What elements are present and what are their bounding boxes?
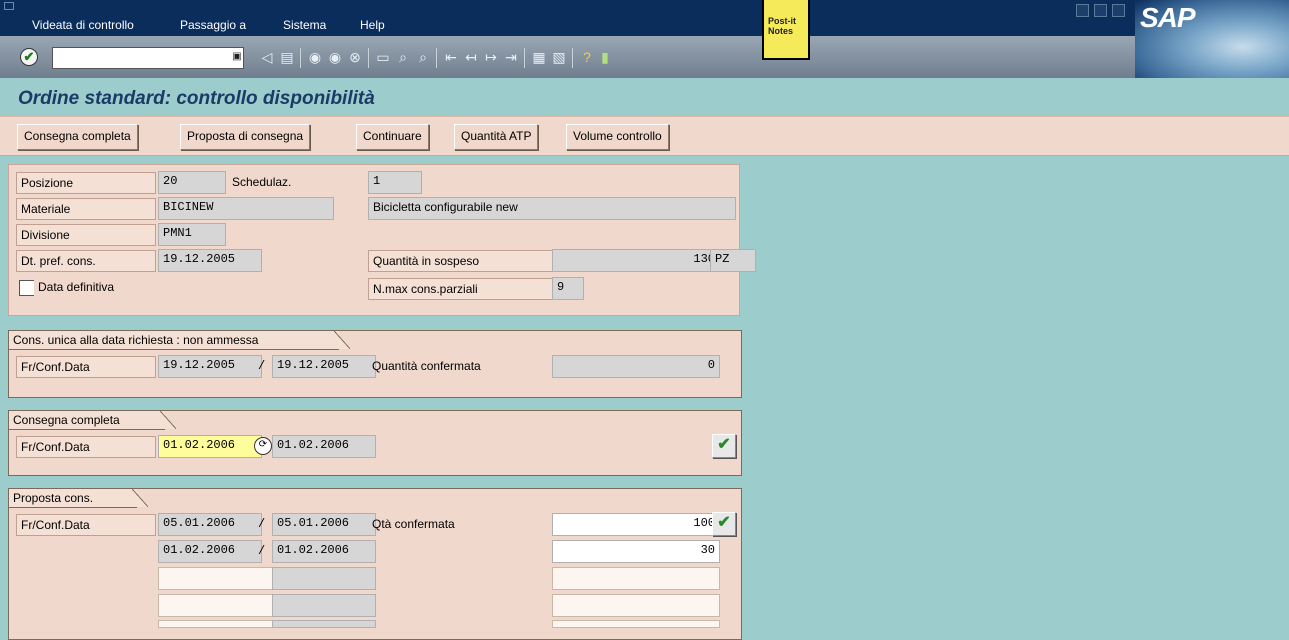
fr-conf-data-label: Fr/Conf.Data [16, 356, 156, 378]
divisione-label: Divisione [16, 224, 156, 246]
sap-logo: SAP [1140, 2, 1196, 33]
menu-sistema[interactable]: Sistema [283, 18, 326, 32]
print-icon[interactable]: ▭ [374, 48, 392, 66]
proposta-consegna-button[interactable]: Proposta di consegna [180, 124, 311, 150]
shortcut-icon[interactable]: ▧ [550, 48, 568, 66]
proposta-row-1-from: 05.01.2006 [158, 513, 262, 536]
date-separator: / [258, 517, 266, 531]
proposta-row-3-qty[interactable] [552, 567, 720, 590]
help-icon[interactable]: ? [578, 48, 596, 66]
confirm-check-icon[interactable]: ✔ [712, 512, 736, 536]
data-definitiva-label: Data definitiva [34, 277, 148, 297]
proposta-row-5-to [272, 620, 376, 628]
posizione-label: Posizione [16, 172, 156, 194]
close-icon[interactable] [1112, 4, 1125, 17]
quantita-sospeso-field: 130 [552, 249, 720, 272]
find-icon[interactable]: ⌕ [394, 48, 412, 66]
proposta-row-4-qty[interactable] [552, 594, 720, 617]
date-separator: / [258, 544, 266, 558]
menu-bar: Videata di controllo Passaggio a Sistema… [0, 0, 1289, 36]
proposta-row-2-from: 01.02.2006 [158, 540, 262, 563]
unica-qty-field: 0 [552, 355, 720, 378]
volume-controllo-button[interactable]: Volume controllo [566, 124, 669, 150]
window-icon [4, 2, 14, 10]
unica-date-from: 19.12.2005 [158, 355, 262, 378]
continuare-button[interactable]: Continuare [356, 124, 429, 150]
fr-conf-data-label: Fr/Conf.Data [16, 514, 156, 536]
find-next-icon[interactable]: ⌕ [414, 48, 432, 66]
green-back-icon[interactable]: ◉ [306, 48, 324, 66]
consegna-completa-button[interactable]: Consegna completa [17, 124, 138, 150]
completa-date-to: 01.02.2006 [272, 435, 376, 458]
menu-passaggio[interactable]: Passaggio a [180, 18, 246, 32]
enter-icon[interactable]: ✔ [20, 48, 38, 66]
qta-confermata-label: Qtà confermata [372, 517, 455, 531]
create-session-icon[interactable]: ▦ [530, 48, 548, 66]
schedulaz-label: Schedulaz. [228, 172, 332, 192]
proposta-row-2-to: 01.02.2006 [272, 540, 376, 563]
quantita-confermata-label: Quantità confermata [372, 359, 481, 373]
quantita-sospeso-label: Quantità in sospeso [368, 250, 556, 272]
group-proposta-cons-title: Proposta cons. [9, 489, 137, 508]
group-cons-unica-title: Cons. unica alla data richiesta : non am… [9, 331, 339, 350]
materiale-field: BICINEW [158, 197, 334, 220]
posizione-field: 20 [158, 171, 226, 194]
first-page-icon[interactable]: ⇤ [442, 48, 460, 66]
schedulaz-field: 1 [368, 171, 422, 194]
proposta-row-4-to [272, 594, 376, 617]
page-title: Ordine standard: controllo disponibilità [18, 88, 375, 109]
unica-date-to: 19.12.2005 [272, 355, 376, 378]
materiale-label: Materiale [16, 198, 156, 220]
proposta-row-5-qty[interactable] [552, 620, 720, 628]
materiale-description: Bicicletta configurabile new [368, 197, 736, 220]
date-picker-icon[interactable]: ⟳ [254, 437, 272, 455]
exit-icon[interactable]: ◉ [326, 48, 344, 66]
nmax-cons-parziali-field: 9 [552, 277, 584, 300]
fr-conf-data-label: Fr/Conf.Data [16, 436, 156, 458]
save-icon[interactable]: ▤ [278, 48, 296, 66]
proposta-row-3-to [272, 567, 376, 590]
proposta-row-3-from[interactable] [158, 567, 276, 590]
cancel-icon[interactable]: ⊗ [346, 48, 364, 66]
dt-pref-cons-field: 19.12.2005 [158, 249, 262, 272]
proposta-row-5-from[interactable] [158, 620, 276, 628]
dt-pref-cons-label: Dt. pref. cons. [16, 250, 156, 272]
proposta-row-1-qty[interactable]: 100 [552, 513, 720, 536]
confirm-check-icon[interactable]: ✔ [712, 434, 736, 458]
proposta-row-2-qty[interactable]: 30 [552, 540, 720, 563]
quantita-atp-button[interactable]: Quantità ATP [454, 124, 539, 150]
maximize-icon[interactable] [1094, 4, 1107, 17]
command-field[interactable] [52, 47, 244, 69]
nmax-cons-parziali-label: N.max cons.parziali [368, 278, 556, 300]
prev-page-icon[interactable]: ↤ [462, 48, 480, 66]
menu-videata[interactable]: Videata di controllo [32, 18, 134, 32]
data-definitiva-checkbox[interactable] [19, 280, 35, 296]
command-dropdown-icon[interactable]: ▣ [228, 48, 246, 66]
next-page-icon[interactable]: ↦ [482, 48, 500, 66]
proposta-row-1-to: 05.01.2006 [272, 513, 376, 536]
unit-field: PZ [710, 249, 756, 272]
last-page-icon[interactable]: ⇥ [502, 48, 520, 66]
postit-notes-icon[interactable]: Post-it Notes [762, 0, 810, 60]
layout-icon[interactable]: ▮ [596, 48, 614, 66]
completa-date-from[interactable]: 01.02.2006 [158, 435, 262, 458]
proposta-row-4-from[interactable] [158, 594, 276, 617]
group-proposta-cons [8, 488, 742, 640]
menu-help[interactable]: Help [360, 18, 385, 32]
back-icon[interactable]: ◁ [258, 48, 276, 66]
minimize-icon[interactable] [1076, 4, 1089, 17]
date-separator: / [258, 359, 266, 373]
divisione-field: PMN1 [158, 223, 226, 246]
group-consegna-completa-title: Consegna completa [9, 411, 165, 430]
